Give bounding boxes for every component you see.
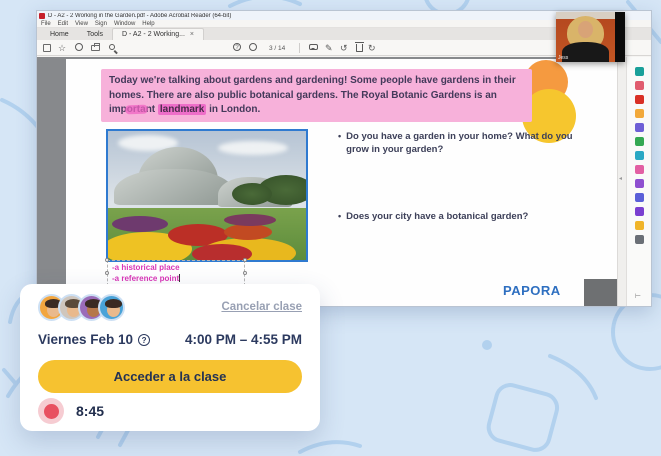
- sidebar-tool-icon[interactable]: [635, 81, 644, 90]
- avatar[interactable]: [98, 294, 125, 321]
- sidebar-tool-icon[interactable]: [635, 179, 644, 188]
- menu-edit[interactable]: Edit: [58, 21, 68, 27]
- sidebar-tool-icon[interactable]: [635, 109, 644, 118]
- flower-bed-purple: [224, 214, 276, 226]
- date-help-icon[interactable]: ?: [138, 334, 150, 346]
- print-icon[interactable]: [91, 45, 100, 51]
- timer-row: 8:45: [38, 398, 104, 424]
- record-indicator: [38, 398, 64, 424]
- webcam-name-label: Jess: [558, 55, 568, 61]
- tab-document-label: D - A2 - 2 Working...: [122, 31, 185, 38]
- paragraph-text: in London.: [206, 104, 260, 115]
- acrobat-app-icon: [39, 13, 45, 19]
- sidebar-tool-icon[interactable]: [635, 95, 644, 104]
- greenhouse-wing: [114, 169, 234, 205]
- star-icon[interactable]: ☆: [58, 43, 66, 53]
- menu-view[interactable]: View: [75, 21, 88, 27]
- cloud-shape: [218, 141, 288, 155]
- window-title: D - A2 - 2 Working in the Garden.pdf - A…: [48, 13, 231, 19]
- panel-collapse-icon[interactable]: ◂: [619, 175, 622, 182]
- tab-document[interactable]: D - A2 - 2 Working... ×: [112, 28, 204, 40]
- flower-bed-orange: [224, 224, 272, 240]
- help-icon[interactable]: ?: [233, 43, 241, 51]
- paragraph-text: orta: [127, 104, 146, 115]
- highlighted-paragraph: Today we're talking about gardens and ga…: [101, 69, 532, 122]
- tab-home[interactable]: Home: [41, 29, 78, 40]
- selection-handle[interactable]: [105, 258, 109, 262]
- bullet-dot: •: [338, 130, 341, 156]
- video-tile-camera-off: [584, 279, 619, 306]
- papora-logo: PAPORA: [503, 283, 561, 298]
- question-text: Do you have a garden in your home? What …: [346, 130, 590, 156]
- join-class-button[interactable]: Acceder a la clase: [38, 360, 302, 393]
- flower-bed-purple: [112, 216, 168, 232]
- bullet-dot: •: [338, 210, 341, 223]
- status-icon[interactable]: [249, 43, 257, 51]
- menu-sign[interactable]: Sign: [95, 21, 107, 27]
- teacher-face: [578, 21, 593, 38]
- sidebar-tool-icon[interactable]: [635, 193, 644, 202]
- redo-icon[interactable]: ↻: [368, 43, 376, 53]
- sidebar-tool-icon[interactable]: [635, 123, 644, 132]
- tab-close-icon[interactable]: ×: [190, 31, 194, 38]
- sidebar-tool-icon[interactable]: [635, 67, 644, 76]
- selection-handle[interactable]: [243, 258, 247, 262]
- save-icon[interactable]: [43, 44, 51, 52]
- pencil-icon[interactable]: ✎: [325, 43, 333, 53]
- slide-page: Today we're talking about gardens and ga…: [66, 59, 619, 306]
- record-dot-icon: [44, 404, 59, 419]
- scribble-annotation: orta: [127, 104, 146, 115]
- menu-help[interactable]: Help: [142, 21, 154, 27]
- question-item: • Do you have a garden in your home? Wha…: [338, 130, 590, 156]
- search-icon[interactable]: [109, 44, 115, 50]
- class-card: Cancelar clase Viernes Feb 10 ? 4:00 PM …: [20, 284, 320, 431]
- document-area: Today we're talking about gardens and ga…: [37, 57, 651, 306]
- selection-handle[interactable]: [105, 271, 109, 275]
- sidebar-tool-icon[interactable]: [635, 221, 644, 230]
- sidebar-tool-icon[interactable]: [635, 235, 644, 244]
- sidebar-tool-icon[interactable]: [635, 137, 644, 146]
- menu-file[interactable]: File: [41, 21, 51, 27]
- sidebar-tool-icon[interactable]: [635, 207, 644, 216]
- annotation-line: -a reference point: [112, 274, 179, 283]
- landmark-highlight: landmark: [158, 104, 206, 115]
- sidebar-tool-icon[interactable]: [635, 151, 644, 160]
- sidebar-tool-icon[interactable]: [635, 165, 644, 174]
- selection-handle[interactable]: [243, 271, 247, 275]
- class-time: 4:00 PM – 4:55 PM: [185, 332, 302, 347]
- annotation-line: -a historical place: [112, 263, 180, 272]
- tab-tools[interactable]: Tools: [78, 29, 112, 40]
- undo-icon[interactable]: ↺: [340, 43, 348, 53]
- panel-toggle-icon[interactable]: ⊢: [635, 292, 641, 300]
- cloud-icon[interactable]: [75, 43, 83, 51]
- student-avatars: [38, 294, 125, 321]
- question-item: • Does your city have a botanical garden…: [338, 210, 590, 223]
- cancel-class-link[interactable]: Cancelar clase: [221, 301, 302, 313]
- garden-image[interactable]: [106, 129, 308, 262]
- text-annotation-box[interactable]: -a historical place -a reference point: [107, 260, 245, 286]
- countdown-timer: 8:45: [76, 403, 104, 419]
- toolbar-divider: [299, 43, 300, 53]
- question-list: • Do you have a garden in your home? Wha…: [338, 130, 590, 223]
- text-cursor: [179, 274, 180, 282]
- trees: [232, 183, 272, 205]
- teacher-shirt: [562, 42, 609, 62]
- page-indicator[interactable]: 3 / 14: [269, 45, 285, 52]
- trash-icon[interactable]: [356, 44, 363, 52]
- schedule-row: Viernes Feb 10 ? 4:00 PM – 4:55 PM: [38, 332, 302, 347]
- comment-icon[interactable]: [309, 44, 318, 50]
- webcam-tile[interactable]: Jess: [556, 12, 625, 62]
- right-tools-panel: ◂ ⊢: [626, 57, 651, 306]
- class-date: Viernes Feb 10: [38, 332, 133, 347]
- question-text: Does your city have a botanical garden?: [346, 210, 528, 223]
- menu-window[interactable]: Window: [114, 21, 135, 27]
